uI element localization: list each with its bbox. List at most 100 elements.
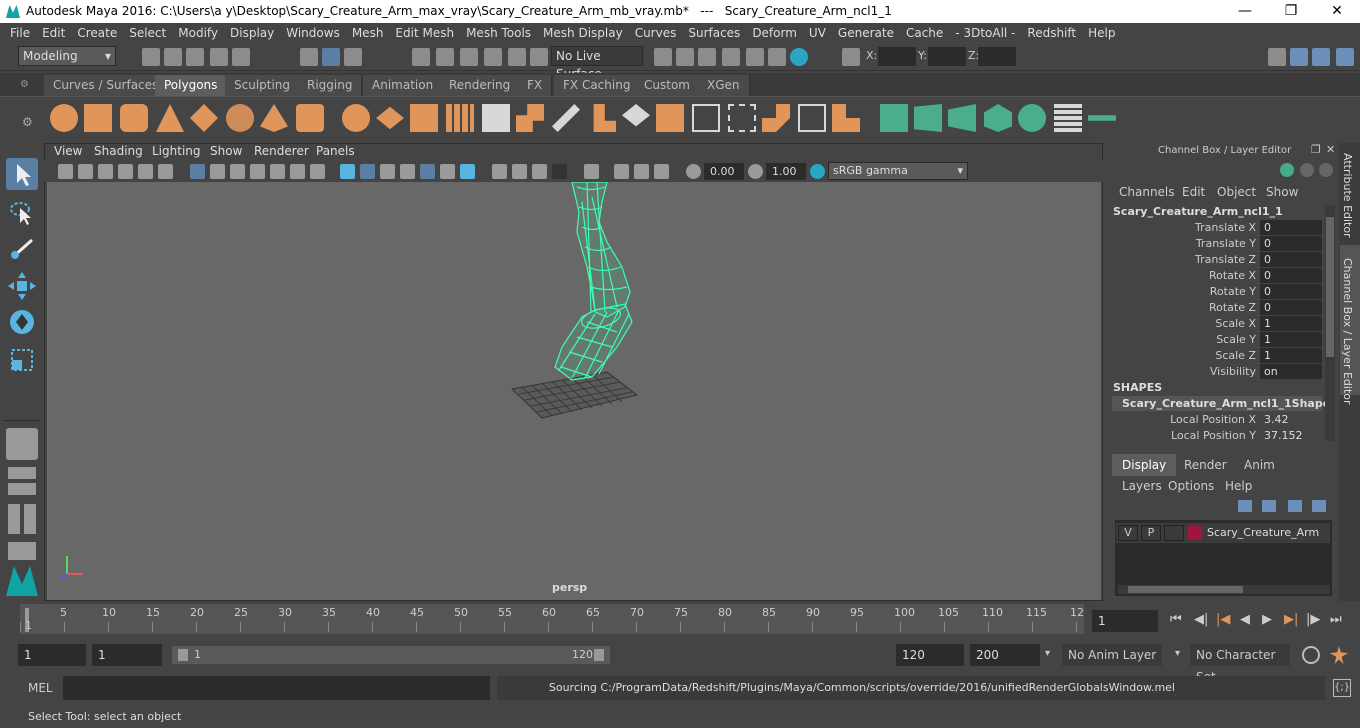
attr-row[interactable]: Local Position Y 37.152 (1110, 428, 1322, 444)
lasso-tool-icon[interactable] (6, 196, 38, 228)
live-surface-field[interactable]: No Live Surface (551, 46, 643, 81)
layer-name[interactable]: Scary_Creature_Arm (1207, 526, 1319, 539)
step-forward-frame-icon[interactable]: |▶ (1306, 612, 1320, 627)
panel-menu-view[interactable]: View (54, 144, 82, 158)
go-to-end-icon[interactable]: ⏭ (1330, 612, 1342, 627)
menu-generate[interactable]: Generate (832, 26, 900, 40)
tab-channel-box-layer-editor[interactable]: Channel Box / Layer Editor (1341, 258, 1354, 405)
menu-curves[interactable]: Curves (629, 26, 683, 40)
camera-attributes-icon[interactable] (78, 164, 93, 179)
manipulator-icon[interactable] (1280, 163, 1294, 177)
attr-value[interactable]: on (1260, 364, 1322, 379)
attr-value[interactable]: 0 (1260, 220, 1322, 235)
gamma-icon[interactable] (748, 164, 763, 179)
attr-row[interactable]: Translate Y 0 (1110, 236, 1322, 252)
channel-box-scrollbar[interactable] (1325, 205, 1335, 441)
safe-action-icon[interactable] (290, 164, 305, 179)
close-panel-icon[interactable]: ✕ (1326, 143, 1335, 156)
rotate-tool-icon[interactable] (6, 306, 38, 338)
menu-select[interactable]: Select (123, 26, 172, 40)
select-hierarchy-icon[interactable] (300, 48, 318, 66)
tool-settings-toggle-icon[interactable] (1312, 48, 1330, 66)
live-icon[interactable] (530, 48, 548, 66)
float-panel-icon[interactable]: ❐ (1311, 143, 1321, 156)
tab-rigging[interactable]: Rigging (298, 75, 363, 96)
merge-icon[interactable] (728, 104, 756, 132)
outliner-layout-icon[interactable] (8, 542, 36, 560)
attr-row[interactable]: Scale Z 1 (1110, 348, 1322, 364)
single-perspective-layout-icon[interactable] (6, 428, 38, 460)
tab-attribute-editor[interactable]: Attribute Editor (1341, 153, 1354, 238)
poly-cube-icon[interactable] (84, 104, 112, 132)
menu-surfaces[interactable]: Surfaces (682, 26, 746, 40)
snap-surface-icon[interactable] (508, 48, 526, 66)
render-settings-icon[interactable] (746, 48, 764, 66)
menu-mesh[interactable]: Mesh (346, 26, 390, 40)
select-component-icon[interactable] (344, 48, 362, 66)
menu-create[interactable]: Create (71, 26, 123, 40)
cb-menu-channels[interactable]: Channels (1119, 185, 1175, 199)
attr-row[interactable]: Scale X 1 (1110, 316, 1322, 332)
attr-row[interactable]: Visibility on (1110, 364, 1322, 380)
scene-end-input[interactable]: 200 (970, 644, 1040, 666)
open-scene-icon[interactable] (164, 48, 182, 66)
current-frame-input[interactable]: 1 (1092, 610, 1158, 632)
attr-value[interactable]: 0 (1260, 236, 1322, 251)
menu-windows[interactable]: Windows (280, 26, 346, 40)
hyper-icon[interactable] (1319, 163, 1333, 177)
tab-display-layers[interactable]: Display (1112, 454, 1177, 476)
save-scene-icon[interactable] (186, 48, 204, 66)
collapse-icon[interactable] (798, 104, 826, 132)
scrollbar-thumb[interactable] (1128, 586, 1243, 593)
view-transform-dropdown[interactable]: sRGB gamma ▾ (828, 162, 968, 180)
safe-title-icon[interactable] (310, 164, 325, 179)
attr-row[interactable]: Scale Y 1 (1110, 332, 1322, 348)
move-layer-up-icon[interactable] (1238, 500, 1252, 512)
attr-row[interactable]: Rotate Z 0 (1110, 300, 1322, 316)
tab-fx-caching[interactable]: FX Caching (554, 75, 641, 96)
image-plane-icon[interactable] (118, 164, 133, 179)
maximize-button[interactable]: ❐ (1268, 0, 1314, 23)
script-language-toggle[interactable]: MEL (28, 681, 53, 695)
step-back-key-icon[interactable]: |◀ (1216, 612, 1230, 627)
xray-components-icon[interactable] (634, 164, 649, 179)
field-chart-icon[interactable] (270, 164, 285, 179)
menu-display[interactable]: Display (224, 26, 280, 40)
depth-of-field-icon[interactable] (532, 164, 547, 179)
uv-editor-icon[interactable] (1054, 104, 1082, 132)
minimize-button[interactable]: — (1222, 0, 1268, 23)
channel-box-toggle-icon[interactable] (1336, 48, 1354, 66)
tab-custom[interactable]: Custom (635, 75, 700, 96)
new-scene-icon[interactable] (142, 48, 160, 66)
open-render-view-icon[interactable] (676, 48, 694, 66)
attr-value[interactable]: 0 (1260, 300, 1322, 315)
menu-redshift[interactable]: Redshift (1021, 26, 1082, 40)
gamma-input[interactable]: 1.00 (766, 163, 806, 180)
menu-modify[interactable]: Modify (172, 26, 224, 40)
smooth-shade-icon[interactable] (360, 164, 375, 179)
menu-3dtoall[interactable]: - 3DtoAll - (949, 26, 1021, 40)
attr-row[interactable]: Rotate X 0 (1110, 268, 1322, 284)
paint-select-tool-icon[interactable] (6, 232, 38, 264)
attr-value[interactable]: 1 (1260, 316, 1322, 331)
tab-animation[interactable]: Animation (363, 75, 444, 96)
layer-visibility-toggle[interactable]: V (1118, 525, 1138, 541)
time-ruler[interactable]: 1 5 10 15 20 25 30 35 40 45 50 55 60 65 … (20, 604, 1084, 634)
motion-blur-icon[interactable] (492, 164, 507, 179)
menu-mesh-display[interactable]: Mesh Display (537, 26, 629, 40)
playback-start-input[interactable]: 1 (92, 644, 162, 666)
modeling-toolkit-icon[interactable] (1268, 48, 1286, 66)
auto-key-icon[interactable] (1302, 646, 1320, 664)
panel-menu-renderer[interactable]: Renderer (254, 144, 309, 158)
poly-sphere-icon[interactable] (50, 104, 78, 132)
speed-icon[interactable] (1300, 163, 1314, 177)
tab-polygons[interactable]: Polygons (155, 75, 228, 96)
snap-curve-icon[interactable] (436, 48, 454, 66)
grid-toggle-icon[interactable] (190, 164, 205, 179)
select-camera-icon[interactable] (58, 164, 73, 179)
gate-mask-icon[interactable] (250, 164, 265, 179)
range-handle-start[interactable] (178, 649, 188, 661)
poly-cylinder-icon[interactable] (120, 104, 148, 132)
screen-space-ao-icon[interactable] (460, 164, 475, 179)
color-management-icon[interactable] (810, 164, 825, 179)
